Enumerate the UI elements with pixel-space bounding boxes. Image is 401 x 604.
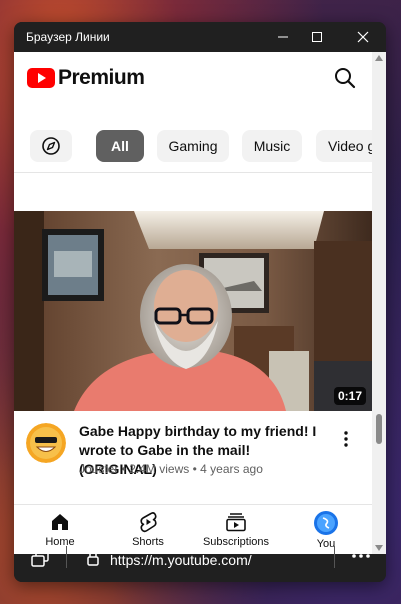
window-title: Браузер Линии	[26, 30, 110, 44]
youtube-logo-icon	[27, 68, 55, 88]
chip-gaming[interactable]: Gaming	[157, 130, 229, 162]
nav-home[interactable]: Home	[20, 505, 100, 554]
channel-avatar[interactable]	[26, 423, 66, 463]
close-icon	[357, 31, 369, 43]
chip-label: Music	[253, 138, 291, 154]
nav-you[interactable]: You	[286, 505, 366, 554]
nav-label: You	[316, 538, 336, 550]
maximize-button[interactable]	[294, 22, 340, 52]
you-avatar	[314, 511, 338, 535]
video-meta[interactable]: Gabe Happy birthday to my friend! I wrot…	[14, 419, 372, 489]
home-icon	[52, 514, 68, 530]
upload-age: 4 years ago	[200, 462, 263, 476]
browser-window: Браузер Линии Premium All Gaming Music V…	[14, 22, 386, 582]
address-separator	[66, 546, 67, 568]
nav-label: Subscriptions	[202, 536, 270, 548]
compass-icon	[42, 137, 60, 155]
search-icon	[335, 68, 356, 89]
url-text[interactable]: https://m.youtube.com/	[110, 552, 252, 568]
view-count: 2.4M views	[129, 462, 190, 476]
scroll-thumb[interactable]	[376, 414, 382, 444]
search-button[interactable]	[332, 65, 358, 91]
channel-name[interactable]: Jouster	[79, 462, 118, 476]
address-separator	[334, 546, 335, 568]
page-scrollbar[interactable]	[372, 52, 386, 554]
separator: •	[121, 462, 126, 476]
close-button[interactable]	[340, 22, 386, 52]
youtube-premium-logo[interactable]: Premium	[27, 66, 145, 90]
address-bar: https://m.youtube.com/	[14, 546, 386, 582]
kebab-icon	[344, 431, 348, 447]
bottom-nav: Home Shorts Subscriptions You	[14, 504, 372, 554]
thumbnail-image	[14, 211, 372, 411]
lock-icon	[87, 550, 99, 566]
video-thumbnail[interactable]: 0:17	[14, 211, 372, 411]
video-subtitle: Jouster • 2.4M views • 4 years ago	[79, 462, 263, 476]
chip-label: Gaming	[168, 138, 218, 154]
title-bar: Браузер Линии	[14, 22, 386, 52]
chip-all[interactable]: All	[96, 130, 144, 162]
page-content: Premium All Gaming Music Video g 0:17 Ga…	[14, 52, 386, 554]
nav-shorts[interactable]: Shorts	[108, 505, 188, 554]
chip-bar: All Gaming Music Video g	[14, 130, 386, 164]
chip-music[interactable]: Music	[242, 130, 302, 162]
subscriptions-icon	[226, 513, 246, 532]
nav-label: Home	[45, 536, 75, 548]
brand-text: Premium	[58, 66, 145, 89]
minimize-icon	[278, 36, 288, 38]
chip-label: All	[111, 138, 129, 154]
nav-label: Shorts	[132, 536, 164, 548]
chip-label: Video g	[328, 138, 376, 154]
more-options-button[interactable]	[334, 427, 358, 451]
chip-divider	[14, 172, 372, 173]
video-duration: 0:17	[333, 387, 366, 405]
maximize-icon	[312, 32, 322, 42]
explore-chip[interactable]	[30, 130, 72, 162]
youtube-header: Premium	[14, 52, 372, 102]
tabs-icon[interactable]	[30, 550, 50, 568]
more-menu-icon[interactable]	[352, 554, 370, 558]
nav-subscriptions[interactable]: Subscriptions	[196, 505, 276, 554]
channel-avatar-image	[26, 423, 66, 463]
scroll-down-arrow-icon[interactable]	[375, 545, 383, 551]
separator: •	[192, 462, 197, 476]
scroll-up-arrow-icon[interactable]	[375, 55, 383, 61]
shorts-icon	[140, 512, 157, 533]
